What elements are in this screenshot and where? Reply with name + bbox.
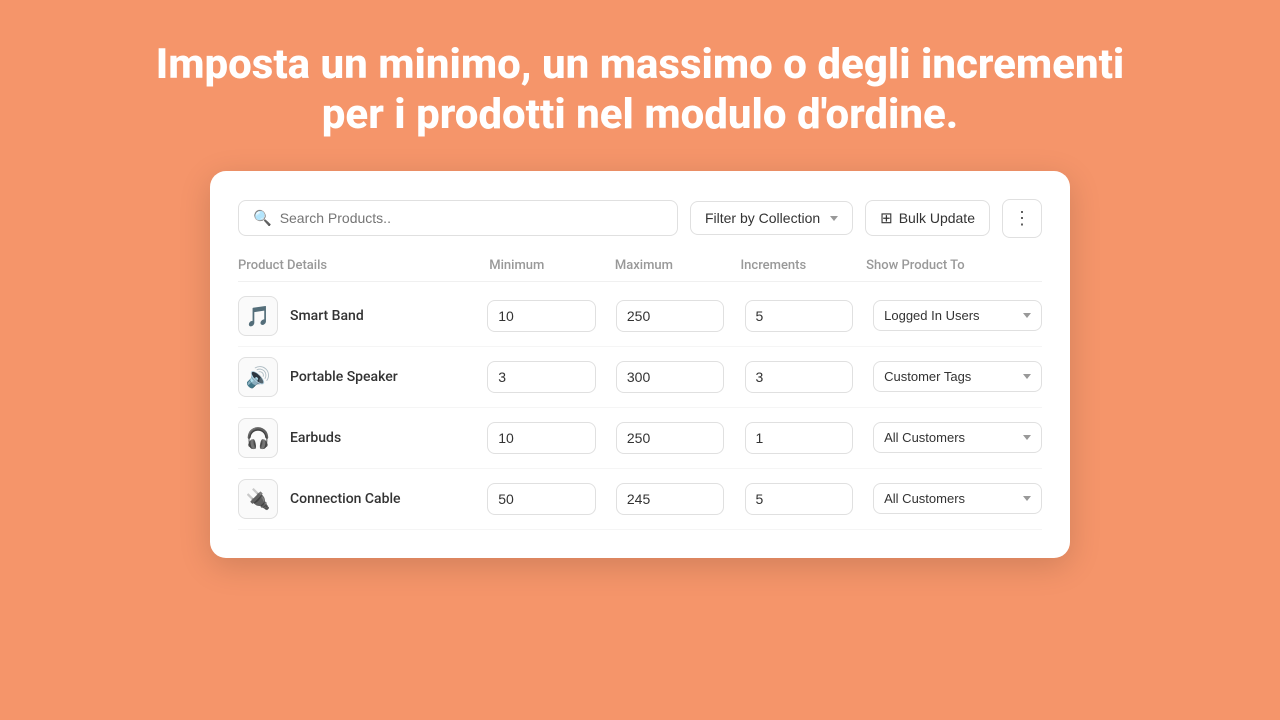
minimum-cell[interactable]	[487, 422, 608, 454]
filter-label: Filter by Collection	[705, 210, 820, 226]
minimum-cell[interactable]	[487, 483, 608, 515]
product-name: Smart Band	[290, 308, 364, 324]
maximum-input[interactable]	[616, 361, 725, 393]
filter-collection-button[interactable]: Filter by Collection	[690, 201, 853, 235]
product-info: 🎧 Earbuds	[238, 418, 479, 458]
show-product-to-cell[interactable]: Logged In Users	[873, 300, 1042, 331]
hero-title: Imposta un minimo, un massimo o degli in…	[0, 0, 1280, 171]
show-product-to-cell[interactable]: All Customers	[873, 422, 1042, 453]
minimum-cell[interactable]	[487, 300, 608, 332]
show-product-to-dropdown[interactable]: Logged In Users	[873, 300, 1042, 331]
show-product-to-cell[interactable]: Customer Tags	[873, 361, 1042, 392]
bulk-update-button[interactable]: ⊞ Bulk Update	[865, 200, 990, 236]
minimum-input[interactable]	[487, 300, 596, 332]
table-row: 🎧 Earbuds All Customers	[238, 408, 1042, 469]
product-info: 🔌 Connection Cable	[238, 479, 479, 519]
increments-input[interactable]	[745, 422, 854, 454]
maximum-input[interactable]	[616, 422, 725, 454]
toolbar: 🔍 Filter by Collection ⊞ Bulk Update ⋮	[238, 199, 1042, 238]
table-header: Product Details Minimum Maximum Incremen…	[238, 258, 1042, 282]
increments-cell[interactable]	[745, 483, 866, 515]
header-product-details: Product Details	[238, 258, 489, 273]
product-info: 🎵 Smart Band	[238, 296, 479, 336]
more-options-button[interactable]: ⋮	[1002, 199, 1042, 238]
increments-input[interactable]	[745, 300, 854, 332]
show-product-to-dropdown[interactable]: Customer Tags	[873, 361, 1042, 392]
header-minimum: Minimum	[489, 258, 615, 273]
increments-input[interactable]	[745, 483, 854, 515]
increments-cell[interactable]	[745, 422, 866, 454]
minimum-input[interactable]	[487, 483, 596, 515]
minimum-input[interactable]	[487, 361, 596, 393]
show-product-to-dropdown[interactable]: All Customers	[873, 483, 1042, 514]
table-row: 🔌 Connection Cable All Customers	[238, 469, 1042, 530]
product-info: 🔊 Portable Speaker	[238, 357, 479, 397]
header-increments: Increments	[741, 258, 867, 273]
show-product-to-dropdown[interactable]: All Customers	[873, 422, 1042, 453]
minimum-input[interactable]	[487, 422, 596, 454]
product-name: Connection Cable	[290, 491, 401, 507]
chevron-down-icon	[830, 216, 838, 221]
bulk-label: Bulk Update	[899, 210, 975, 226]
increments-cell[interactable]	[745, 361, 866, 393]
maximum-cell[interactable]	[616, 300, 737, 332]
maximum-cell[interactable]	[616, 422, 737, 454]
product-table-body: 🎵 Smart Band Logged In Users 🔊 Portable …	[238, 286, 1042, 530]
chevron-down-icon	[1023, 313, 1031, 318]
search-wrap[interactable]: 🔍	[238, 200, 678, 236]
show-product-to-value: Customer Tags	[884, 369, 971, 384]
maximum-input[interactable]	[616, 483, 725, 515]
increments-input[interactable]	[745, 361, 854, 393]
product-name: Portable Speaker	[290, 369, 398, 385]
more-icon: ⋮	[1013, 208, 1031, 229]
product-thumbnail: 🔊	[238, 357, 278, 397]
search-input[interactable]	[280, 210, 663, 226]
product-thumbnail: 🔌	[238, 479, 278, 519]
show-product-to-value: Logged In Users	[884, 308, 979, 323]
show-product-to-value: All Customers	[884, 430, 965, 445]
search-icon: 🔍	[253, 209, 272, 227]
minimum-cell[interactable]	[487, 361, 608, 393]
maximum-cell[interactable]	[616, 483, 737, 515]
grid-icon: ⊞	[880, 209, 893, 227]
maximum-input[interactable]	[616, 300, 725, 332]
increments-cell[interactable]	[745, 300, 866, 332]
product-thumbnail: 🎵	[238, 296, 278, 336]
header-show-product-to: Show Product To	[866, 258, 1042, 273]
maximum-cell[interactable]	[616, 361, 737, 393]
product-order-form-card: 🔍 Filter by Collection ⊞ Bulk Update ⋮ P…	[210, 171, 1070, 558]
table-row: 🎵 Smart Band Logged In Users	[238, 286, 1042, 347]
header-maximum: Maximum	[615, 258, 741, 273]
chevron-down-icon	[1023, 374, 1031, 379]
product-name: Earbuds	[290, 430, 341, 446]
product-thumbnail: 🎧	[238, 418, 278, 458]
show-product-to-value: All Customers	[884, 491, 965, 506]
table-row: 🔊 Portable Speaker Customer Tags	[238, 347, 1042, 408]
show-product-to-cell[interactable]: All Customers	[873, 483, 1042, 514]
chevron-down-icon	[1023, 496, 1031, 501]
chevron-down-icon	[1023, 435, 1031, 440]
